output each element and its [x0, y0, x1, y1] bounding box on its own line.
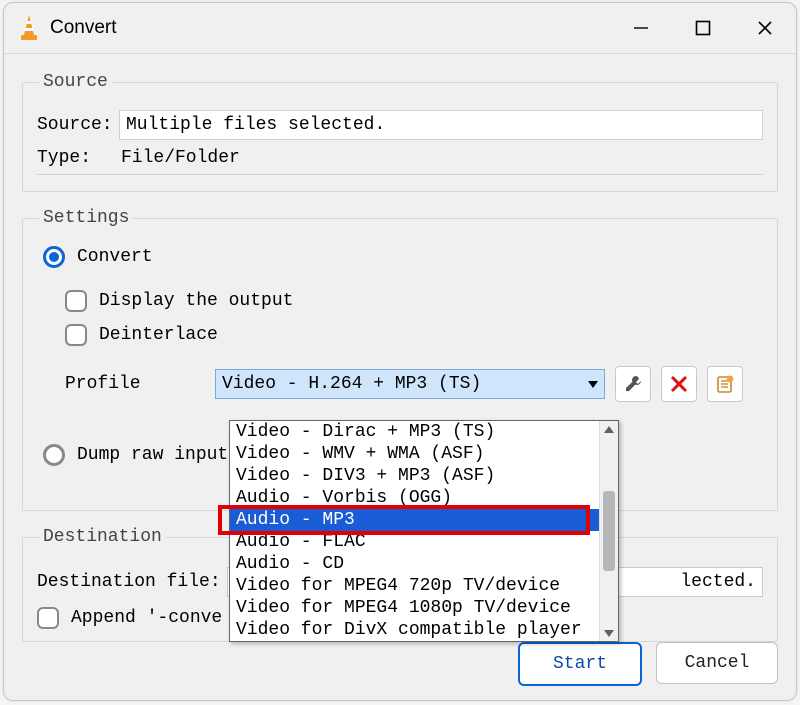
checkbox-box-icon	[65, 290, 87, 312]
convert-radio[interactable]: Convert	[43, 246, 763, 268]
type-label: Type:	[37, 148, 119, 168]
profile-option[interactable]: Audio - MP3	[230, 509, 618, 531]
profile-option[interactable]: Audio - FLAC	[230, 531, 618, 553]
source-label: Source:	[37, 115, 119, 135]
triangle-down-icon	[604, 630, 614, 637]
profile-selected-value: Video - H.264 + MP3 (TS)	[222, 374, 481, 394]
titlebar: Convert	[4, 3, 796, 54]
window-title: Convert	[50, 17, 117, 39]
dump-raw-label: Dump raw input	[77, 445, 228, 465]
deinterlace-checkbox[interactable]: Deinterlace	[65, 324, 763, 346]
settings-legend: Settings	[39, 208, 133, 228]
cancel-button-label: Cancel	[685, 653, 750, 673]
source-legend: Source	[39, 72, 112, 92]
close-button[interactable]	[734, 3, 796, 53]
delete-x-icon	[670, 375, 688, 393]
checkbox-box-icon	[37, 607, 59, 629]
destination-legend: Destination	[39, 527, 166, 547]
new-profile-button[interactable]	[707, 366, 743, 402]
scroll-down-button[interactable]	[600, 625, 618, 641]
profile-option[interactable]: Audio - Vorbis (OGG)	[230, 487, 618, 509]
delete-profile-button[interactable]	[661, 366, 697, 402]
source-field[interactable]: Multiple files selected.	[119, 110, 763, 140]
destination-file-value: lected.	[680, 572, 756, 592]
type-value: File/Folder	[119, 148, 763, 168]
source-group: Source Source: Multiple files selected. …	[22, 72, 778, 192]
dialog-footer: Start Cancel	[518, 642, 778, 686]
edit-profile-button[interactable]	[615, 366, 651, 402]
profile-option[interactable]: Video for MPEG4 720p TV/device	[230, 575, 618, 597]
radio-dot-icon	[43, 246, 65, 268]
scroll-up-button[interactable]	[600, 421, 618, 437]
profile-option[interactable]: Video - WMV + WMA (ASF)	[230, 443, 618, 465]
convert-dialog: Convert Source Source: Multiple files se…	[3, 2, 797, 701]
vlc-cone-icon	[18, 15, 40, 41]
maximize-button[interactable]	[672, 3, 734, 53]
deinterlace-label: Deinterlace	[99, 325, 218, 345]
wrench-icon	[623, 374, 643, 394]
profile-label: Profile	[65, 374, 215, 394]
triangle-up-icon	[604, 426, 614, 433]
chevron-down-icon	[588, 381, 598, 388]
profile-option[interactable]: Video for MPEG4 1080p TV/device	[230, 597, 618, 619]
profile-dropdown-list[interactable]: Video - Dirac + MP3 (TS)Video - WMV + WM…	[229, 420, 619, 642]
scroll-thumb[interactable]	[603, 491, 615, 571]
convert-radio-label: Convert	[77, 247, 153, 267]
destination-file-label: Destination file:	[37, 572, 221, 592]
profile-option[interactable]: Video - DIV3 + MP3 (ASF)	[230, 465, 618, 487]
profile-combobox[interactable]: Video - H.264 + MP3 (TS)	[215, 369, 605, 399]
profile-option[interactable]: Audio - CD	[230, 553, 618, 575]
display-output-checkbox[interactable]: Display the output	[65, 290, 763, 312]
cancel-button[interactable]: Cancel	[656, 642, 778, 684]
dropdown-scrollbar[interactable]	[599, 421, 618, 641]
source-divider	[37, 174, 763, 175]
new-document-icon	[715, 374, 735, 394]
profile-option[interactable]: Video for DivX compatible player	[230, 619, 618, 641]
append-converted-label: Append '-conve	[71, 608, 222, 628]
minimize-button[interactable]	[610, 3, 672, 53]
display-output-label: Display the output	[99, 291, 293, 311]
profile-option[interactable]: Video - Dirac + MP3 (TS)	[230, 421, 618, 443]
start-button[interactable]: Start	[518, 642, 642, 686]
checkbox-box-icon	[65, 324, 87, 346]
radio-dot-icon	[43, 444, 65, 466]
start-button-label: Start	[553, 654, 607, 674]
